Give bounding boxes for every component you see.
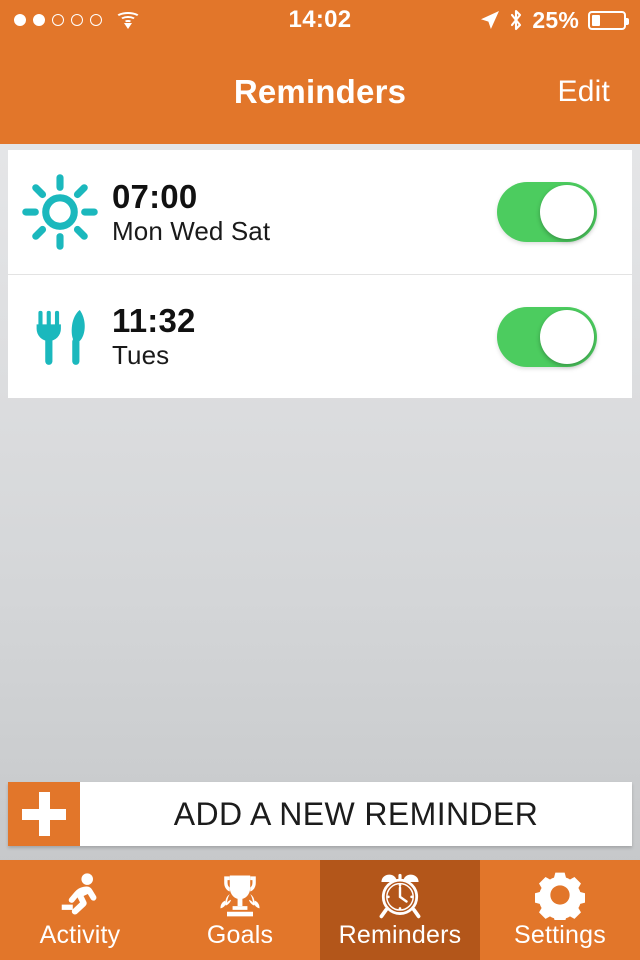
tab-reminders[interactable]: Reminders: [320, 860, 480, 960]
tab-label-reminders: Reminders: [338, 921, 462, 949]
reminder-toggle[interactable]: [497, 182, 597, 242]
reminder-time: 07:00: [112, 177, 198, 215]
tab-label-goals: Goals: [206, 921, 274, 949]
add-reminder-label: ADD A NEW REMINDER: [173, 795, 539, 832]
bluetooth-icon: [509, 9, 523, 31]
battery-percent-label: 25%: [532, 6, 579, 33]
reminder-days: Mon Wed Sat: [112, 215, 271, 246]
running-person-icon: [55, 868, 105, 922]
edit-button[interactable]: Edit: [558, 40, 611, 144]
reminder-time: 11:32: [112, 302, 196, 340]
status-bar: 14:02 25%: [0, 0, 640, 40]
plus-icon: [8, 782, 80, 846]
reminder-days: Tues: [112, 340, 170, 371]
reminder-toggle-container: [462, 182, 632, 242]
location-arrow-icon: [480, 10, 500, 30]
toggle-knob: [540, 185, 594, 239]
nav-bar: Reminders Edit: [0, 40, 640, 144]
tab-settings[interactable]: Settings: [480, 860, 640, 960]
status-bar-right: 25%: [480, 0, 629, 40]
page-title: Reminders: [233, 73, 407, 110]
cutlery-icon: [8, 301, 112, 373]
tab-bar: Activity Goals Reminders Settings: [0, 860, 640, 960]
reminder-text: 11:32 Tues: [112, 303, 462, 369]
tab-label-settings: Settings: [514, 921, 606, 949]
reminder-toggle[interactable]: [497, 306, 597, 367]
reminder-list: 07:00 Mon Wed Sat 11:32 Tues: [8, 150, 632, 398]
alarm-clock-icon: [374, 868, 426, 922]
toggle-knob: [540, 309, 594, 364]
battery-icon: [588, 10, 629, 30]
reminder-row[interactable]: 11:32 Tues: [8, 274, 632, 398]
reminder-text: 07:00 Mon Wed Sat: [112, 179, 462, 245]
tab-label-activity: Activity: [39, 921, 121, 949]
sun-icon: [8, 174, 112, 250]
tab-goals[interactable]: Goals: [160, 860, 320, 960]
tab-activity[interactable]: Activity: [0, 860, 160, 960]
gear-icon: [535, 868, 585, 922]
reminder-row[interactable]: 07:00 Mon Wed Sat: [8, 150, 632, 274]
trophy-icon: [214, 868, 266, 922]
reminder-toggle-container: [462, 306, 632, 367]
add-reminder-button[interactable]: ADD A NEW REMINDER: [8, 782, 632, 846]
app-screen: 14:02 25% Reminders Edit 07:00 Mon Wed S…: [0, 0, 640, 960]
